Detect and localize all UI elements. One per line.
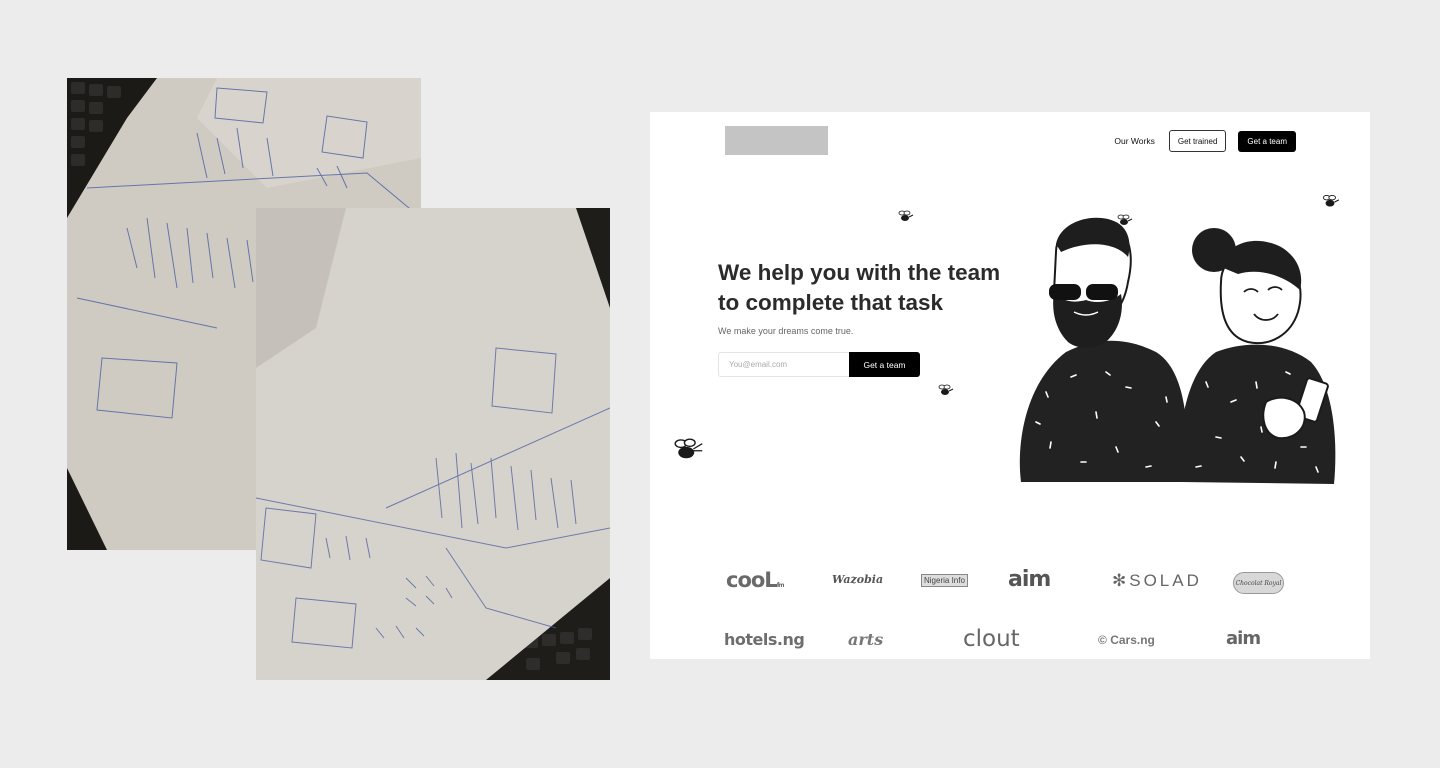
brand-arts[interactable]: arts [848,630,883,649]
cars-logo-icon: © [1098,633,1107,647]
hero-headline-line1: We help you with the team [718,260,1001,285]
hero-headline-line2: to complete that task [718,290,944,315]
brand-aim[interactable]: aim [1008,567,1051,592]
email-input[interactable] [718,352,849,377]
brand-cars-ng-label: Cars.ng [1110,633,1155,647]
bee-icon [674,438,703,459]
get-trained-button[interactable]: Get trained [1168,130,1227,152]
hero-subheadline: We make your dreams come true. [718,326,854,336]
brand-hotels-ng[interactable]: hotels.ng [724,630,805,649]
logo-placeholder[interactable] [725,126,828,155]
brand-solad[interactable]: ✻SOLAD [1112,571,1202,591]
brand-cars-ng[interactable]: © Cars.ng [1098,633,1155,647]
bee-icon [898,210,914,221]
website-mockup: Our Works Get trained Get a team We help… [650,112,1370,659]
brand-cool-fm-tag: fm [776,582,785,589]
brand-chocolat-royal[interactable]: Chocolat Royal [1233,572,1284,594]
brand-cool-fm[interactable]: cooLfm [726,568,785,592]
top-nav: Our Works Get trained Get a team [1114,130,1296,152]
brand-aim-2[interactable]: aim [1226,628,1261,649]
hero-get-a-team-button[interactable]: Get a team [849,352,920,377]
nav-our-works-link[interactable]: Our Works [1114,136,1154,146]
brand-cool-fm-label: cooL [726,568,778,592]
brand-solad-label: SOLAD [1129,571,1202,590]
sketch-photo-front [256,208,610,680]
paper-sketch-photo-icon [256,208,610,680]
brand-wazobia[interactable]: Wazobia [832,573,883,586]
nav-get-a-team-button[interactable]: Get a team [1238,130,1296,152]
bee-icon [938,384,954,395]
sun-icon: ✻ [1112,571,1130,590]
team-illustration-icon [1019,217,1336,484]
brand-nigeria-info[interactable]: Nigeria Info [921,574,968,587]
brand-clout[interactable]: clout [963,626,1020,652]
bee-icon [1322,195,1340,207]
signup-form: Get a team [718,352,920,377]
hero-headline: We help you with the team to complete th… [718,258,1018,318]
